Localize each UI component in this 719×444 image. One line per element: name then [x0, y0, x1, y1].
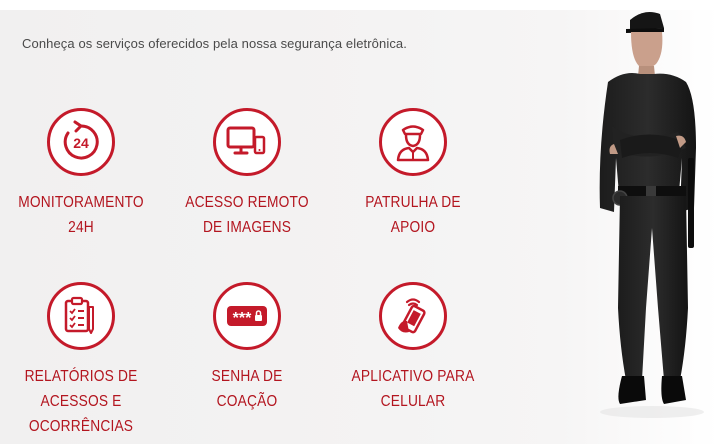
services-section: Conheça os serviços oferecidos pela noss…	[0, 0, 719, 444]
service-senha-coacao[interactable]: *** SENHA DE COAÇÃO	[172, 282, 322, 414]
intro-text: Conheça os serviços oferecidos pela noss…	[22, 36, 407, 51]
service-label: RELATÓRIOS DE ACESSOS E OCORRÊNCIAS	[24, 368, 138, 435]
service-label: MONITORAMENTO 24H	[18, 194, 144, 236]
service-patrulha[interactable]: PATRULHA DE APOIO	[338, 108, 488, 240]
service-label: PATRULHA DE APOIO	[365, 194, 461, 236]
service-label: APLICATIVO PARA CELULAR	[351, 368, 475, 410]
clipboard-report-icon	[47, 282, 115, 350]
monitor-phone-icon	[213, 108, 281, 176]
service-acesso-remoto[interactable]: ACESSO REMOTO DE IMAGENS	[172, 108, 322, 240]
service-aplicativo[interactable]: APLICATIVO PARA CELULAR	[338, 282, 488, 414]
password-stars-text: ***	[233, 310, 252, 327]
guard-icon	[379, 108, 447, 176]
service-label: ACESSO REMOTO DE IMAGENS	[185, 194, 309, 236]
clock-24-text: 24	[73, 135, 89, 151]
security-guard-image	[599, 12, 704, 418]
service-label: SENHA DE COAÇÃO	[211, 368, 283, 410]
service-relatorios[interactable]: RELATÓRIOS DE ACESSOS E OCORRÊNCIAS	[6, 282, 156, 439]
service-monitoramento[interactable]: 24 MONITORAMENTO 24H	[6, 108, 156, 240]
clock-24-icon: 24	[47, 108, 115, 176]
mobile-app-icon	[379, 282, 447, 350]
password-lock-icon: ***	[213, 282, 281, 350]
